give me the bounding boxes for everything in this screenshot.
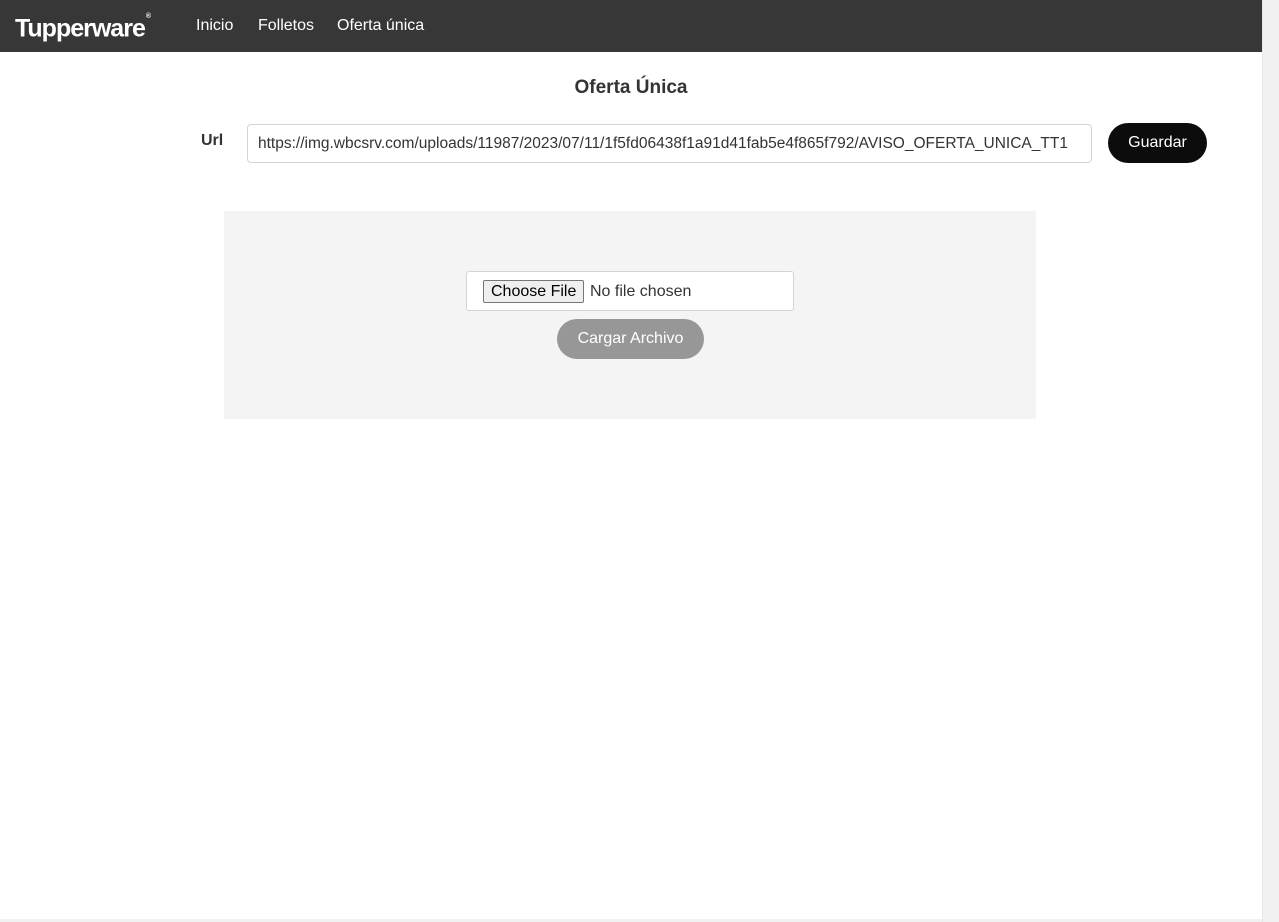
upload-file-button[interactable]: Cargar Archivo	[557, 319, 704, 359]
save-button[interactable]: Guardar	[1108, 123, 1207, 163]
nav-link-folletos[interactable]: Folletos	[258, 16, 314, 36]
nav-link-oferta-unica[interactable]: Oferta única	[337, 16, 424, 36]
brand-name: Tupperware	[15, 14, 146, 43]
choose-file-button[interactable]: Choose File	[483, 280, 585, 303]
page: Tupperware® Inicio Folletos Oferta única…	[0, 0, 1279, 922]
registered-mark: ®	[145, 13, 152, 20]
top-navbar: Tupperware® Inicio Folletos Oferta única	[0, 0, 1262, 52]
nav-link-inicio[interactable]: Inicio	[196, 16, 233, 36]
upload-panel: Choose File No file chosen Cargar Archiv…	[224, 211, 1036, 419]
brand-logo[interactable]: Tupperware®	[15, 12, 152, 43]
url-input[interactable]	[247, 124, 1092, 163]
url-label: Url	[201, 132, 224, 149]
file-status-text: No file chosen	[590, 283, 692, 300]
page-title: Oferta Única	[574, 77, 688, 98]
file-input[interactable]: Choose File No file chosen	[466, 271, 794, 311]
vertical-scrollbar[interactable]	[1262, 0, 1279, 922]
